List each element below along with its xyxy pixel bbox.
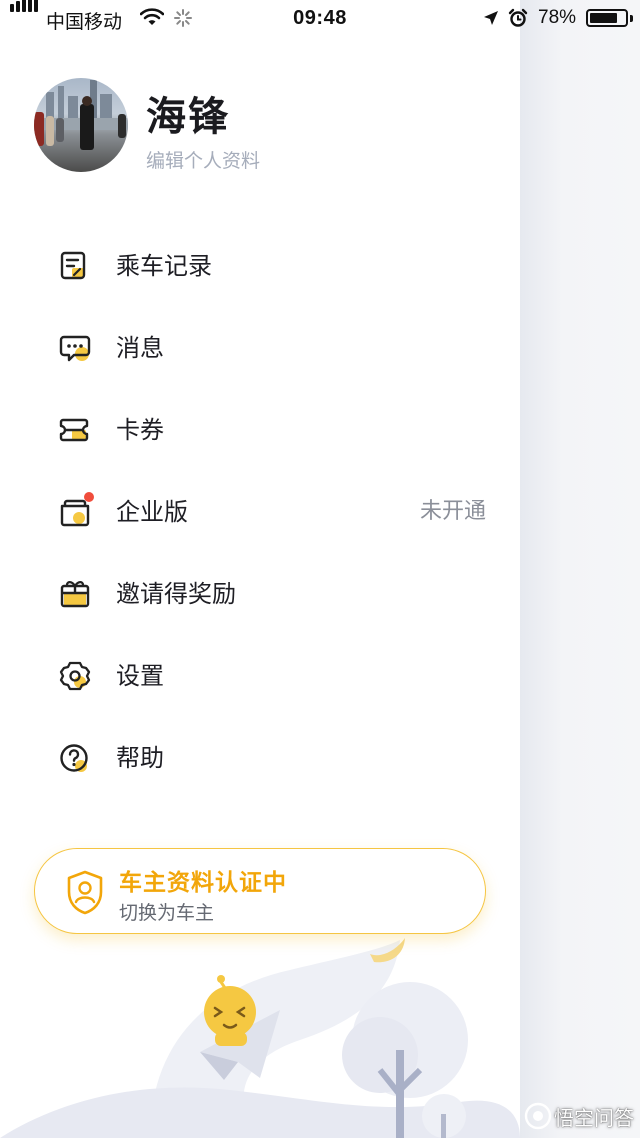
menu-item-enterprise[interactable]: 企业版 未开通 xyxy=(0,480,520,544)
menu-label-enterprise: 企业版 xyxy=(116,498,188,526)
menu-label-help: 帮助 xyxy=(116,744,164,772)
user-name: 海锋 xyxy=(146,94,230,140)
battery-percent: 78% xyxy=(538,7,577,28)
gift-icon xyxy=(58,578,92,610)
side-drawer: 海锋 编辑个人资料 乘车记录 消息 卡券 企业版 未开通 邀请得奖励 设置 帮助… xyxy=(0,0,520,1138)
location-arrow-icon xyxy=(482,9,500,32)
menu-item-help[interactable]: 帮助 xyxy=(0,726,520,790)
menu-label-invite-reward: 邀请得奖励 xyxy=(116,580,236,608)
menu-item-settings[interactable]: 设置 xyxy=(0,644,520,708)
driver-certification-card[interactable]: 车主资料认证中 切换为车主 xyxy=(34,848,486,934)
switch-to-driver-link[interactable]: 切换为车主 xyxy=(119,898,214,925)
driver-shield-icon xyxy=(65,869,105,919)
help-icon xyxy=(58,742,92,774)
message-icon xyxy=(58,332,92,364)
battery-icon xyxy=(586,9,628,27)
driver-card-title: 车主资料认证中 xyxy=(119,870,287,896)
decorative-illustration xyxy=(0,938,520,1138)
watermark-text: 悟空问答 xyxy=(554,1106,634,1130)
alarm-icon xyxy=(508,8,528,33)
battery-fill xyxy=(590,13,617,23)
edit-profile-link[interactable]: 编辑个人资料 xyxy=(146,146,260,173)
menu-label-message: 消息 xyxy=(116,334,164,362)
menu-item-message[interactable]: 消息 xyxy=(0,316,520,380)
wukong-logo-icon xyxy=(524,1102,552,1130)
menu-label-settings: 设置 xyxy=(116,662,164,690)
menu-label-coupon: 卡券 xyxy=(116,416,164,444)
menu-item-invite-reward[interactable]: 邀请得奖励 xyxy=(0,562,520,626)
status-bar: 中国移动 09:48 78% xyxy=(0,0,640,36)
ride-record-icon xyxy=(58,250,92,282)
drawer-backdrop[interactable] xyxy=(520,0,640,1138)
avatar[interactable] xyxy=(34,78,128,172)
enterprise-status: 未开通 xyxy=(419,499,486,524)
menu-item-ride-record[interactable]: 乘车记录 xyxy=(0,234,520,298)
battery-cap xyxy=(630,15,633,22)
watermark: 悟空问答 xyxy=(520,1098,640,1134)
coupon-icon xyxy=(58,414,92,446)
menu-label-ride-record: 乘车记录 xyxy=(116,252,212,280)
settings-icon xyxy=(58,660,92,692)
menu-item-coupon[interactable]: 卡券 xyxy=(0,398,520,462)
new-badge-dot xyxy=(84,492,94,502)
